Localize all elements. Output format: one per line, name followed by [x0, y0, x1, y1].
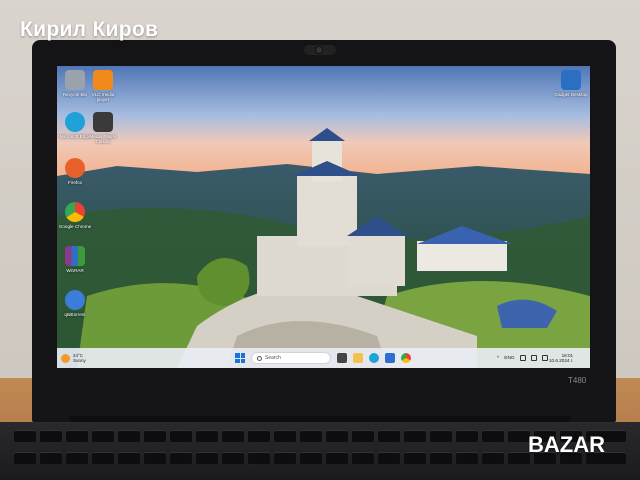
- desktop-icon-vlc[interactable]: VLC media player: [85, 70, 121, 102]
- start-button[interactable]: [235, 353, 245, 363]
- desktop-icon-qbittorrent[interactable]: qBittorrent: [57, 290, 93, 317]
- desktop-icon-firefox[interactable]: Firefox: [57, 158, 93, 185]
- castle-wallpaper: [57, 66, 590, 368]
- file-explorer-icon[interactable]: [353, 353, 363, 363]
- volume-icon[interactable]: [530, 355, 537, 361]
- clock-date: 10.6.2024 г.: [549, 358, 574, 363]
- edge-icon: [65, 112, 85, 132]
- sun-icon: [61, 353, 70, 363]
- laptop-model-label: T480: [568, 376, 587, 385]
- recycle-bin-icon: [65, 70, 85, 90]
- chrome-taskbar-icon[interactable]: [401, 353, 411, 363]
- desktop-icon-chrome[interactable]: Google Chrome: [57, 202, 93, 229]
- webcam-icon: [304, 45, 336, 55]
- gadget-icon: [561, 70, 581, 90]
- windows-taskbar: 24°C Sunny Search ^ ENG 18:01 10.6.2024 …: [57, 348, 590, 368]
- chevron-up-icon[interactable]: ^: [497, 356, 499, 361]
- qbittorrent-icon: [65, 290, 85, 310]
- taskbar-apps: Search: [235, 348, 411, 368]
- desktop-icon-winrar[interactable]: WinRAR: [57, 246, 93, 273]
- weather-widget[interactable]: 24°C Sunny: [61, 348, 86, 368]
- language-indicator[interactable]: ENG: [504, 356, 514, 361]
- store-icon[interactable]: [385, 353, 395, 363]
- wifi-icon[interactable]: [519, 355, 526, 361]
- task-view-icon[interactable]: [337, 353, 347, 363]
- weather-desc: Sunny: [73, 358, 86, 363]
- vlc-cone-icon: [93, 70, 113, 90]
- bazar-logo-watermark: BAZAR: [528, 432, 605, 457]
- battery-icon[interactable]: [541, 355, 548, 361]
- chrome-icon: [65, 202, 85, 222]
- desktop-icon-media-player-classic[interactable]: Media Player Classic: [85, 112, 121, 144]
- search-placeholder: Search: [265, 355, 281, 361]
- firefox-icon: [65, 158, 85, 178]
- taskbar-clock[interactable]: 18:01 10.6.2024 г.: [549, 348, 573, 368]
- edge-taskbar-icon[interactable]: [369, 353, 379, 363]
- laptop-screen: Recycle Bin VLC media player Microsoft E…: [57, 66, 590, 368]
- photo-scene: Recycle Bin VLC media player Microsoft E…: [0, 0, 640, 480]
- system-tray: ^ ENG: [497, 348, 548, 368]
- search-icon: [257, 355, 262, 361]
- film-clapper-icon: [93, 112, 113, 132]
- taskbar-search-box[interactable]: Search: [251, 352, 331, 364]
- seller-watermark: Кирил Киров: [20, 18, 159, 41]
- desktop-icon-gadget[interactable]: Gadget Desktop: [553, 70, 589, 97]
- winrar-books-icon: [65, 246, 85, 266]
